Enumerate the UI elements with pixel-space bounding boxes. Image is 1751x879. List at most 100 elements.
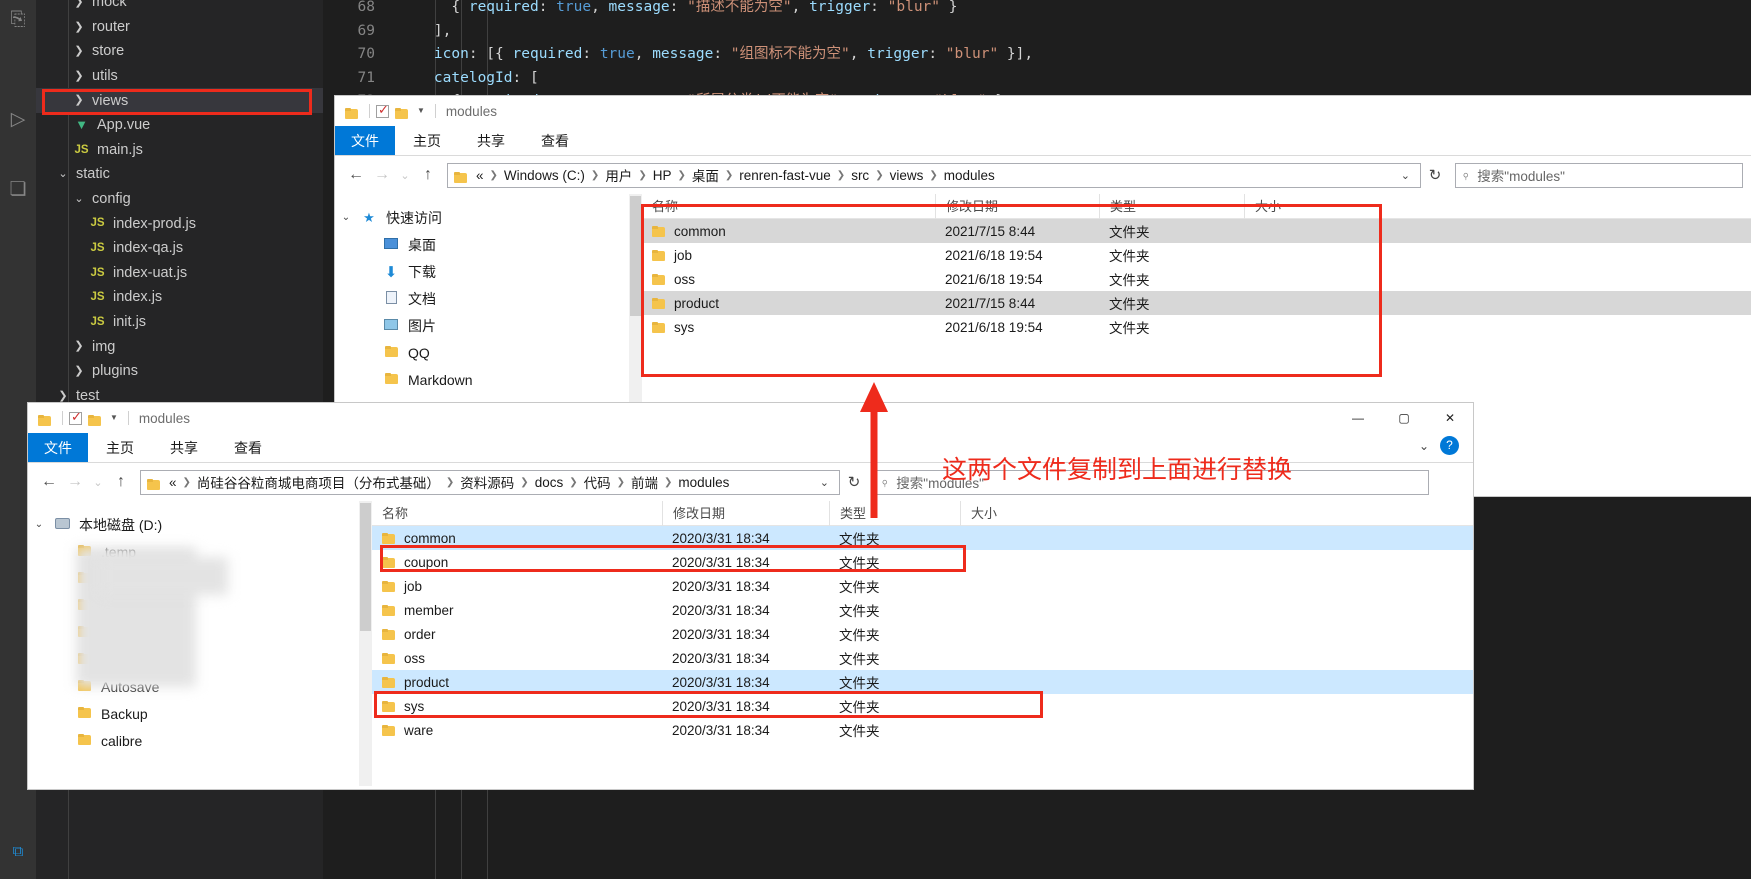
up-button[interactable]: ↑	[415, 162, 441, 188]
breadcrumb-item[interactable]: modules	[675, 475, 732, 490]
properties-checkbox-icon[interactable]	[376, 102, 389, 118]
nav-item-文档[interactable]: 文档	[335, 285, 642, 312]
nav-item-快速访问[interactable]: ⌄ ★ 快速访问	[335, 204, 642, 231]
breadcrumb-item[interactable]: views	[887, 168, 927, 183]
tree-item-index-prod-js[interactable]: JS index-prod.js	[36, 211, 323, 236]
breadcrumb-separator[interactable]: ❯	[661, 477, 675, 488]
breadcrumb-item[interactable]: 前端	[628, 472, 661, 492]
breadcrumb-item[interactable]: docs	[532, 475, 567, 490]
chevron-right-icon[interactable]: ❯	[72, 88, 86, 113]
breadcrumb[interactable]: «❯ 尚硅谷谷粒商城电商项目（分布式基础） ❯ 资料源码 ❯ docs ❯ 代码 ❯ 前端 ❯ mod…	[166, 472, 814, 492]
tab-share[interactable]: 共享	[459, 126, 523, 155]
breadcrumb-separator[interactable]: ❯	[834, 170, 848, 181]
refresh-button[interactable]: ↻	[1421, 163, 1449, 188]
table-row[interactable]: job 2021/6/18 19:54 文件夹	[642, 243, 1751, 267]
cell-name[interactable]: product	[372, 675, 662, 690]
cell-name[interactable]: oss	[372, 651, 662, 666]
cell-name[interactable]: member	[372, 603, 662, 618]
tree-item-static[interactable]: ⌄ static	[36, 162, 323, 187]
breadcrumb-separator[interactable]: ❯	[517, 477, 531, 488]
breadcrumb-separator[interactable]: ❯	[674, 170, 688, 181]
breadcrumb-item[interactable]: Windows (C:)	[501, 168, 588, 183]
back-button[interactable]: ←	[343, 162, 369, 188]
breadcrumb-separator[interactable]: ❯	[614, 477, 628, 488]
breadcrumb-path-top[interactable]: «❯ Windows (C:) ❯ 用户 ❯ HP ❯ 桌面 ❯ renren-fast-vue ❯…	[447, 162, 1421, 188]
scrollbar-thumb[interactable]	[630, 196, 641, 316]
breadcrumb-separator[interactable]: ❯	[926, 170, 940, 181]
table-row[interactable]: ware 2020/3/31 18:34 文件夹	[372, 718, 1473, 742]
run-activity-icon[interactable]: ▷	[6, 108, 30, 132]
maximize-button[interactable]: ▢	[1381, 403, 1427, 433]
column-size[interactable]: 大小	[1244, 193, 1364, 219]
chevron-right-icon[interactable]: ❯	[72, 359, 86, 384]
nav-item-calibre[interactable]: calibre	[28, 727, 372, 754]
breadcrumb-separator[interactable]: ❯	[588, 170, 602, 181]
chevron-down-icon[interactable]: ⌄	[28, 519, 50, 530]
tree-item-config[interactable]: ⌄ config	[36, 187, 323, 212]
column-date[interactable]: 修改日期	[935, 193, 1099, 219]
breadcrumb-separator[interactable]: ❯	[487, 170, 501, 181]
up-button[interactable]: ↑	[108, 469, 134, 495]
column-size[interactable]: 大小	[960, 500, 1080, 526]
file-rows[interactable]: common 2020/3/31 18:34 文件夹 coupon 2020/3/31 …	[372, 526, 1473, 742]
new-folder-icon[interactable]	[395, 106, 408, 119]
tree-item-app-vue[interactable]: ▼ App.vue	[36, 113, 323, 138]
cell-name[interactable]: sys	[372, 699, 662, 714]
cell-name[interactable]: job	[642, 248, 935, 263]
collapse-ribbon-icon[interactable]: ⌄	[1419, 439, 1429, 453]
breadcrumb-item[interactable]: «	[473, 168, 487, 183]
nav-item-markdown[interactable]: Markdown	[335, 366, 642, 393]
tab-home[interactable]: 主页	[88, 433, 152, 462]
chevron-down-icon[interactable]: ⌄	[1395, 169, 1416, 182]
column-name[interactable]: 名称	[642, 194, 935, 219]
nav-item-qq[interactable]: QQ	[335, 339, 642, 366]
chevron-down-icon[interactable]: ⌄	[335, 212, 357, 223]
close-button[interactable]: ✕	[1427, 403, 1473, 433]
tab-share[interactable]: 共享	[152, 433, 216, 462]
breadcrumb-item[interactable]: 资料源码	[457, 472, 517, 492]
file-list-bottom[interactable]: 名称 修改日期 类型 大小 common 2020/3/31 18:34 文件夹 co…	[372, 500, 1473, 786]
tree-item-index-uat-js[interactable]: JS index-uat.js	[36, 261, 323, 286]
tab-view[interactable]: 查看	[216, 433, 280, 462]
table-row[interactable]: oss 2021/6/18 19:54 文件夹	[642, 267, 1751, 291]
column-date[interactable]: 修改日期	[662, 500, 829, 526]
table-row[interactable]: member 2020/3/31 18:34 文件夹	[372, 598, 1473, 622]
tree-item-img[interactable]: ❯ img	[36, 334, 323, 359]
chevron-right-icon[interactable]: ❯	[72, 334, 86, 359]
column-type[interactable]: 类型	[1099, 193, 1244, 219]
breadcrumb-item[interactable]: «	[166, 475, 180, 490]
breadcrumb-item[interactable]: modules	[941, 168, 998, 183]
ribbon-tabs-top[interactable]: 文件 主页 共享 查看	[335, 126, 1751, 156]
nav-item-本地磁盘-d-[interactable]: ⌄ 本地磁盘 (D:)	[28, 511, 372, 538]
column-headers-bottom[interactable]: 名称 修改日期 类型 大小	[372, 500, 1473, 526]
tree-item-main-js[interactable]: JS main.js	[36, 138, 323, 163]
chevron-down-icon[interactable]: ⌄	[814, 476, 835, 489]
nav-item-下载[interactable]: ⬇ 下载	[335, 258, 642, 285]
table-row[interactable]: sys 2020/3/31 18:34 文件夹	[372, 694, 1473, 718]
tree-item-store[interactable]: ❯ store	[36, 39, 323, 64]
search-box-top[interactable]: ⌕ 搜索"modules"	[1455, 162, 1743, 188]
chevron-down-icon[interactable]: ⌄	[56, 162, 70, 187]
breadcrumb-separator[interactable]: ❯	[443, 477, 457, 488]
file-rows[interactable]: common 2021/7/15 8:44 文件夹 job 2021/6/18 19:5…	[642, 219, 1751, 339]
cell-name[interactable]: common	[642, 224, 935, 239]
scrollbar-thumb[interactable]	[360, 503, 371, 631]
explorer-activity-icon[interactable]: ⎘	[6, 8, 30, 32]
tree-item-router[interactable]: ❯ router	[36, 15, 323, 40]
breadcrumb-item[interactable]: renren-fast-vue	[736, 168, 834, 183]
column-name[interactable]: 名称	[372, 501, 662, 526]
cell-name[interactable]: job	[372, 579, 662, 594]
breadcrumb-separator[interactable]: ❯	[722, 170, 736, 181]
cell-name[interactable]: common	[372, 531, 662, 546]
folder-icon[interactable]	[38, 413, 51, 426]
help-icon[interactable]: ?	[1440, 436, 1459, 455]
table-row[interactable]: job 2020/3/31 18:34 文件夹	[372, 574, 1473, 598]
recent-locations-button[interactable]: ⌄	[395, 162, 415, 188]
breadcrumb-separator[interactable]: ❯	[872, 170, 886, 181]
tree-item-views[interactable]: ❯ views	[36, 88, 323, 113]
tree-item-index-qa-js[interactable]: JS index-qa.js	[36, 236, 323, 261]
breadcrumb-item[interactable]: 用户	[602, 165, 635, 185]
chevron-right-icon[interactable]: ❯	[72, 0, 86, 15]
breadcrumb-separator[interactable]: ❯	[180, 477, 194, 488]
nav-list[interactable]: ⌄ ★ 快速访问 桌面 ⬇ 下载 文档 图片 QQ Markdown	[335, 204, 642, 393]
